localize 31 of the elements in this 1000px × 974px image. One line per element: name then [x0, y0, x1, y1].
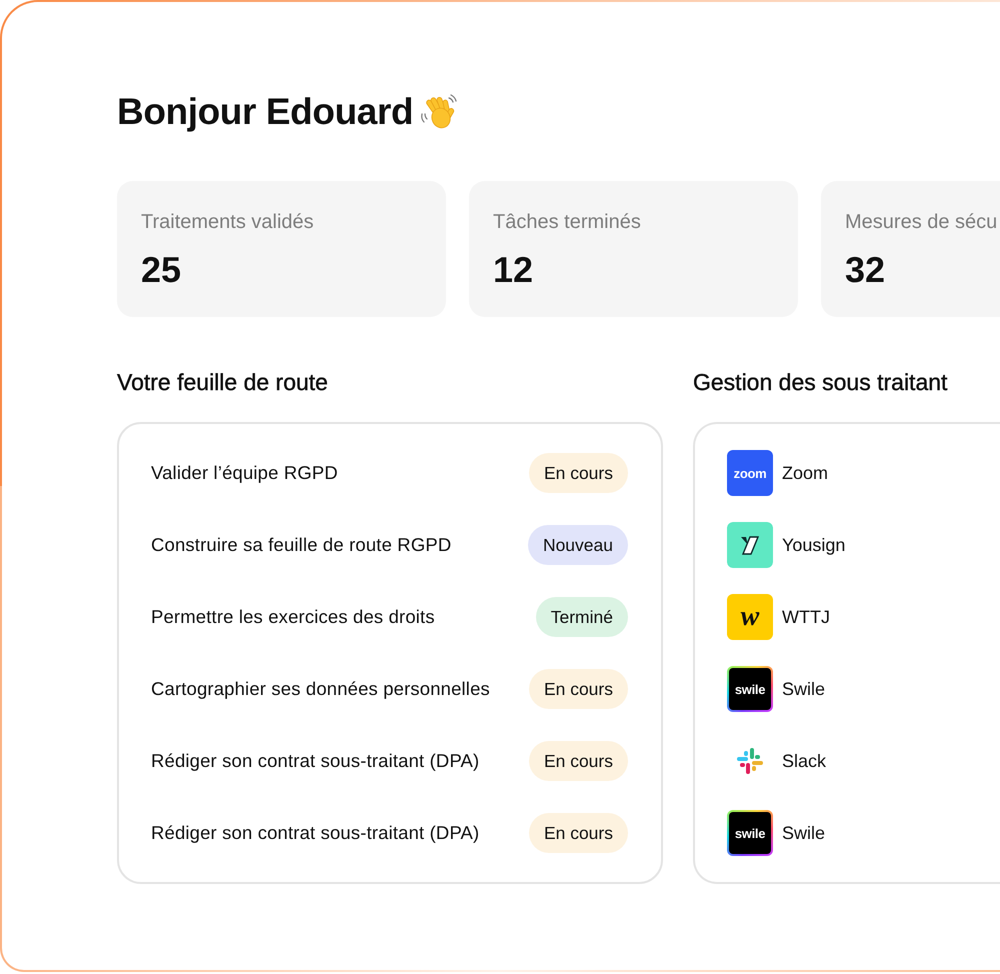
stat-value: 25: [141, 250, 182, 290]
wordmark-logo: swile: [727, 666, 773, 712]
greeting-title: Bonjour Edouard: [117, 90, 414, 134]
section-title: Votre feuille de route: [117, 368, 328, 397]
task-label[interactable]: Valider l’équipe RGPD: [151, 462, 338, 484]
status-badge: Nouveau: [528, 525, 628, 565]
status-badge: En cours: [528, 669, 628, 709]
status-badge: En cours: [528, 453, 628, 493]
wordmark-logo: swile: [727, 810, 773, 856]
subcontractor-name[interactable]: Yousign: [782, 534, 846, 556]
subcontractor-name[interactable]: Swile: [782, 822, 826, 844]
stat-value: 12: [493, 250, 534, 290]
task-label[interactable]: Rédiger son contrat sous-traitant (DPA): [151, 822, 480, 844]
task-label[interactable]: Permettre les exercices des droits: [151, 606, 435, 628]
subcontractor-name[interactable]: WTTJ: [782, 606, 830, 628]
task-label[interactable]: Construire sa feuille de route RGPD: [151, 534, 452, 556]
status-badge: En cours: [528, 813, 628, 853]
subcontractor-name[interactable]: Slack: [782, 750, 826, 772]
wordmark-logo: zoom: [727, 450, 773, 496]
stat-label: Traitements validés: [141, 210, 314, 235]
task-label[interactable]: Cartographier ses données personnelles: [151, 678, 490, 700]
task-label[interactable]: Rédiger son contrat sous-traitant (DPA): [151, 750, 480, 772]
subcontractor-name[interactable]: Zoom: [782, 462, 828, 484]
letter-logo: w: [727, 594, 773, 640]
stat-value: 32: [845, 250, 886, 290]
status-badge: En cours: [528, 741, 628, 781]
subcontractor-name[interactable]: Swile: [782, 678, 826, 700]
stat-label: Mesures de sécu: [845, 210, 998, 235]
stat-label: Tâches terminés: [493, 210, 641, 235]
section-title: Gestion des sous traitant: [693, 368, 948, 397]
status-badge: Terminé: [536, 597, 628, 637]
